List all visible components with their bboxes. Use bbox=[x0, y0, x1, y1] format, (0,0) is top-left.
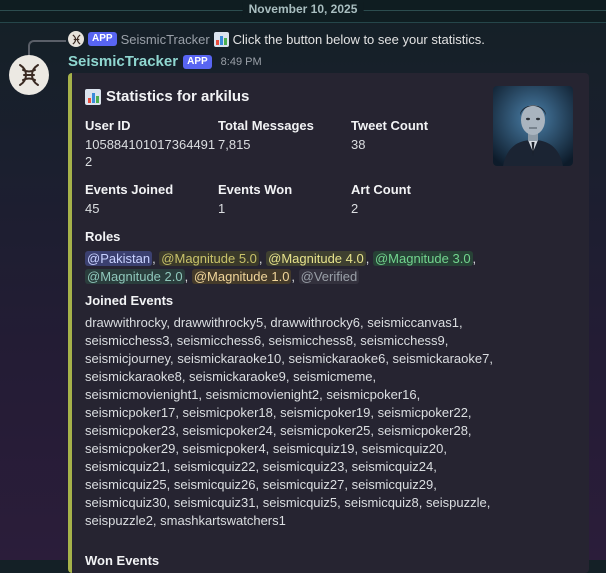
role-mention[interactable]: @Pakistan bbox=[85, 251, 153, 266]
reply-username[interactable]: SeismicTracker bbox=[121, 32, 210, 47]
field-name: Tweet Count bbox=[351, 118, 429, 133]
avatar[interactable] bbox=[9, 55, 49, 95]
app-badge: APP bbox=[183, 54, 212, 69]
field-value: 38 bbox=[351, 137, 366, 152]
top-bar: November 10, 2025 bbox=[0, 0, 606, 23]
field-name: Events Won bbox=[218, 182, 293, 197]
portrait-image bbox=[493, 86, 573, 166]
role-mention[interactable]: @Magnitude 5.0 bbox=[159, 251, 259, 266]
role-mention[interactable]: @Magnitude 3.0 bbox=[372, 251, 473, 266]
date-separator: November 10, 2025 bbox=[242, 2, 364, 16]
field-user-id: User ID 1058841010173644912 bbox=[85, 118, 218, 170]
field-value: 7,815 bbox=[218, 137, 251, 152]
won-events-section: Won Events bbox=[85, 553, 159, 572]
stats-embed: Statistics for arkilus User ID 105884101… bbox=[68, 73, 589, 573]
seismic-logo-icon bbox=[19, 64, 39, 86]
roles-section: Roles @Pakistan, @Magnitude 5.0, @Magnit… bbox=[85, 228, 485, 286]
embed-title-row: Statistics for arkilus bbox=[85, 88, 249, 105]
user-thumbnail[interactable] bbox=[493, 86, 573, 166]
timestamp[interactable]: 8:49 PM bbox=[221, 56, 262, 68]
reply-text[interactable]: Click the button below to see your stati… bbox=[233, 32, 485, 47]
field-total-messages: Total Messages 7,815 bbox=[218, 118, 351, 170]
joined-events-list: drawwithrocky, drawwithrocky5, drawwithr… bbox=[85, 315, 493, 528]
field-events-won: Events Won 1 bbox=[218, 182, 351, 217]
roles-list: @Pakistan, @Magnitude 5.0, @Magnitude 4.… bbox=[85, 251, 477, 284]
reply-reference[interactable]: APP SeismicTracker Click the button belo… bbox=[68, 30, 485, 48]
seismic-logo-icon bbox=[71, 33, 81, 45]
field-name: User ID bbox=[85, 118, 131, 133]
bar-chart-icon bbox=[213, 31, 229, 47]
field-tweet-count: Tweet Count 38 bbox=[351, 118, 484, 170]
field-art-count: Art Count 2 bbox=[351, 182, 484, 217]
role-mention[interactable]: @Verified bbox=[298, 269, 360, 284]
won-events-title: Won Events bbox=[85, 553, 160, 568]
field-name: Total Messages bbox=[218, 118, 314, 133]
role-mention[interactable]: @Magnitude 1.0 bbox=[191, 269, 292, 284]
roles-title: Roles bbox=[85, 229, 121, 244]
role-mention[interactable]: @Magnitude 4.0 bbox=[266, 251, 366, 266]
bar-chart-icon bbox=[85, 88, 101, 105]
embed-title: Statistics for arkilus bbox=[106, 88, 250, 105]
username[interactable]: SeismicTracker bbox=[68, 53, 178, 70]
role-mention[interactable]: @Magnitude 2.0 bbox=[85, 269, 185, 284]
field-value: 45 bbox=[85, 201, 100, 216]
message-header: SeismicTracker APP 8:49 PM bbox=[68, 53, 262, 70]
reply-app-badge: APP bbox=[88, 32, 117, 46]
field-value: 1 bbox=[218, 201, 226, 216]
field-name: Art Count bbox=[351, 182, 411, 197]
joined-events-section: Joined Events drawwithrocky, drawwithroc… bbox=[85, 292, 495, 530]
field-value: 1058841010173644912 bbox=[85, 137, 216, 169]
field-name: Events Joined bbox=[85, 182, 174, 197]
field-events-joined: Events Joined 45 bbox=[85, 182, 218, 217]
joined-events-title: Joined Events bbox=[85, 293, 174, 308]
stat-fields: User ID 1058841010173644912 Total Messag… bbox=[85, 118, 485, 217]
reply-avatar bbox=[68, 31, 84, 47]
field-value: 2 bbox=[351, 201, 359, 216]
